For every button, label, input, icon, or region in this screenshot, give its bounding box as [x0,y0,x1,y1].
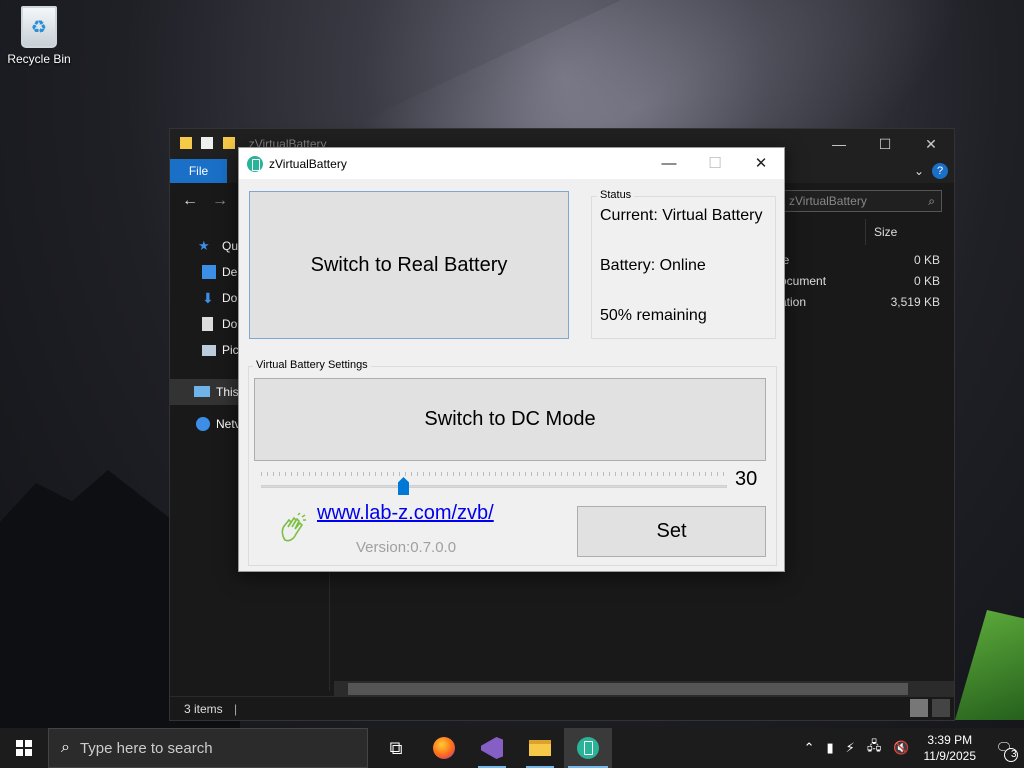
file-row[interactable]: ation 3,519 KB [780,295,940,315]
back-arrow-icon[interactable]: ← [182,192,198,210]
minimize-icon[interactable]: — [646,148,692,179]
website-link[interactable]: www.lab-z.com/zvb/ [317,502,494,525]
system-tray: ⌃ ▮ ⚡ 🖧 🔇 3:39 PM 11/9/2025 🗨 3 [798,728,1024,768]
network-icon[interactable]: 🖧 [861,737,888,759]
document-icon [202,317,213,331]
app-titlebar[interactable]: zVirtualBattery — ☐ ✕ [239,148,784,179]
slider-thumb[interactable] [398,477,409,495]
item-count: 3 items [184,702,223,716]
folder-icon[interactable] [180,136,192,149]
action-center-button[interactable]: 🗨 3 [984,728,1024,768]
set-button[interactable]: Set [577,506,766,557]
taskbar-search-input[interactable]: ⌕ Type here to search [48,728,368,768]
column-header-size[interactable]: Size [865,219,947,245]
quick-access-toolbar [180,136,241,152]
minimize-icon[interactable]: — [816,136,862,153]
start-button[interactable] [0,728,48,768]
desktop-icon-recycle-bin[interactable]: Recycle Bin [4,6,74,66]
status-group-label: Status [597,189,635,201]
app-title: zVirtualBattery [269,156,347,171]
file-row[interactable]: ocument 0 KB [780,274,940,294]
green-hill [955,610,1024,720]
speaker-muted-icon[interactable]: 🔇 [887,740,915,756]
search-icon: ⌕ [928,194,935,208]
firefox-icon [433,737,455,759]
taskbar-zvirtualbattery[interactable] [564,728,612,768]
maximize-icon[interactable]: ☐ [862,136,908,153]
status-current: Current: Virtual Battery [600,207,763,224]
clock-time: 3:39 PM [927,733,973,747]
zvirtualbattery-window[interactable]: zVirtualBattery — ☐ ✕ Switch to Real Bat… [238,147,785,572]
explorer-status-bar: 3 items | [170,696,954,720]
battery-level-slider[interactable] [261,470,727,496]
task-view-icon: ⧉ [389,737,403,758]
large-icons-view-icon[interactable] [932,699,950,717]
taskbar: ⌕ Type here to search ⧉ ⌃ ▮ ⚡ 🖧 🔇 3:39 P… [0,728,1024,768]
taskbar-firefox[interactable] [420,728,468,768]
new-folder-icon[interactable] [222,136,235,149]
clock-date: 11/9/2025 [923,749,977,763]
taskbar-visual-studio[interactable] [468,728,516,768]
slider-track[interactable] [261,485,727,488]
usb-device-icon[interactable]: ▮ [821,740,840,756]
folder-icon [529,740,551,756]
star-icon: ★ [198,238,210,253]
task-view-button[interactable]: ⧉ [372,728,420,768]
desktop-icon-label: Recycle Bin [7,52,71,66]
search-icon: ⌕ [61,739,70,756]
this-pc-icon [194,386,210,397]
file-row[interactable]: le 0 KB [780,253,940,273]
recycle-bin-icon [21,6,57,48]
visual-studio-icon [481,737,503,759]
maximize-icon: ☐ [708,155,722,172]
horizontal-scrollbar[interactable] [334,681,954,697]
forward-arrow-icon[interactable]: → [212,192,228,210]
help-icon[interactable]: ? [932,163,948,179]
download-icon: ⬇ [202,290,214,306]
file-tab[interactable]: File [170,159,227,183]
version-label: Version:0.7.0.0 [356,539,457,556]
status-battery: Battery: Online [600,257,706,274]
chevron-up-icon[interactable]: ⌃ [798,740,821,756]
hand-wave-icon [281,512,306,542]
battery-app-icon [247,155,263,172]
chevron-down-icon[interactable]: ⌄ [914,164,924,178]
settings-group-label: Virtual Battery Settings [253,359,371,371]
slider-value: 30 [735,468,758,490]
network-icon [196,417,210,431]
switch-to-real-battery-button[interactable]: Switch to Real Battery [249,191,569,339]
switch-to-dc-mode-button[interactable]: Switch to DC Mode [254,378,766,461]
status-remaining: 50% remaining [600,307,707,324]
properties-icon[interactable] [201,136,214,149]
desktop-icon [202,265,216,279]
slider-ticks [261,472,727,476]
close-icon[interactable]: ✕ [908,136,954,153]
notification-badge: 3 [1004,748,1018,762]
pictures-icon [202,345,216,356]
details-view-icon[interactable] [910,699,928,717]
windows-logo-icon [16,740,32,756]
explorer-search-input[interactable]: zVirtualBattery ⌕ [782,190,942,212]
clock[interactable]: 3:39 PM 11/9/2025 [916,732,985,764]
battery-app-icon [577,737,599,759]
power-icon[interactable]: ⚡ [840,740,861,756]
close-icon[interactable]: ✕ [738,148,784,179]
scrollbar-thumb[interactable] [348,683,908,695]
taskbar-file-explorer[interactable] [516,728,564,768]
